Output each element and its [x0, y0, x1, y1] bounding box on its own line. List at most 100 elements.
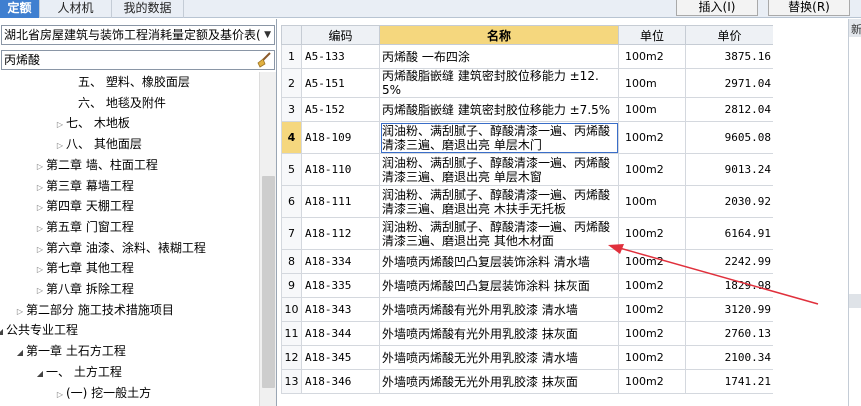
code-cell[interactable]: A18-112 — [301, 217, 380, 250]
table-row[interactable]: 2 A5-151 丙烯酸脂嵌缝 建筑密封胶位移能力 ±12.5% 100m 2971.0… — [281, 68, 773, 98]
price-cell[interactable]: 3875.16 — [685, 44, 773, 69]
table-row[interactable]: 8 A18-334 外墙喷丙烯酸凹凸复层装饰涂料 清水墙 100m2 2242.99 — [281, 249, 773, 274]
price-cell[interactable]: 2760.13 — [685, 321, 773, 346]
search-input[interactable]: 丙烯酸 — [1, 50, 275, 70]
name-cell[interactable]: 外墙喷丙烯酸无光外用乳胶漆 清水墙 — [379, 345, 619, 370]
expand-triangle-icon[interactable]: ▷ — [34, 157, 46, 177]
expand-triangle-icon[interactable]: ▷ — [34, 240, 46, 260]
price-cell[interactable]: 2030.92 — [685, 185, 773, 218]
unit-cell[interactable]: 100m — [618, 97, 686, 122]
tree-scrollbar-thumb[interactable] — [262, 176, 275, 388]
tree-scrollbar[interactable] — [259, 72, 276, 406]
code-cell[interactable]: A18-344 — [301, 321, 380, 346]
name-cell[interactable]: 外墙喷丙烯酸无光外用乳胶漆 抹灰面 — [379, 369, 619, 394]
unit-cell[interactable]: 100m2 — [618, 217, 686, 250]
price-cell[interactable]: 2971.04 — [685, 68, 773, 98]
expand-triangle-icon[interactable]: ▷ — [54, 115, 66, 135]
name-cell[interactable]: 外墙喷丙烯酸凹凸复层装饰涂料 清水墙 — [379, 249, 619, 274]
name-cell[interactable]: 润油粉、满刮腻子、醇酸清漆一遍、丙烯酸清漆三遍、磨退出亮 木扶手无托板 — [379, 185, 619, 218]
expand-triangle-icon[interactable]: ▷ — [54, 385, 66, 405]
code-cell[interactable]: A18-110 — [301, 153, 380, 186]
name-cell[interactable]: 丙烯酸 一布四涂 — [379, 44, 619, 69]
unit-cell[interactable]: 100m2 — [618, 321, 686, 346]
name-cell[interactable]: 润油粉、满刮腻子、醇酸清漆一遍、丙烯酸清漆三遍、磨退出亮 单层木门 — [379, 121, 619, 154]
collapse-triangle-icon[interactable]: ◢ — [34, 364, 46, 384]
row-number-cell[interactable]: 3 — [281, 97, 302, 122]
expand-triangle-icon[interactable]: ▷ — [34, 198, 46, 218]
table-row[interactable]: 1 A5-133 丙烯酸 一布四涂 100m2 3875.16 — [281, 44, 773, 69]
price-column-header[interactable]: 单价 — [685, 25, 773, 45]
table-row[interactable]: 10 A18-343 外墙喷丙烯酸有光外用乳胶漆 清水墙 100m2 3120.99 — [281, 297, 773, 322]
unit-cell[interactable]: 100m2 — [618, 369, 686, 394]
name-cell[interactable]: 丙烯酸脂嵌缝 建筑密封胶位移能力 ±7.5% — [379, 97, 619, 122]
row-number-cell[interactable]: 2 — [281, 68, 302, 98]
tree-node[interactable]: 六、 地毯及附件 — [66, 93, 166, 113]
row-number-cell[interactable]: 12 — [281, 345, 302, 370]
row-number-cell[interactable]: 11 — [281, 321, 302, 346]
tree-node[interactable]: ▷ 第七章 其他工程 — [34, 258, 134, 278]
tree-node[interactable]: ▷ 第二部分 施工技术措施项目 — [14, 300, 174, 320]
tree-node[interactable]: ◢ 第一章 土石方工程 — [14, 341, 126, 361]
code-cell[interactable]: A18-111 — [301, 185, 380, 218]
expand-triangle-icon[interactable]: ▷ — [34, 178, 46, 198]
chevron-down-icon[interactable]: ▼ — [264, 26, 271, 44]
table-row[interactable]: 4 A18-109 润油粉、满刮腻子、醇酸清漆一遍、丙烯酸清漆三遍、磨退出亮 单层木… — [281, 121, 773, 154]
side-panel-scroll-stub[interactable] — [849, 294, 861, 308]
code-cell[interactable]: A18-345 — [301, 345, 380, 370]
name-cell[interactable]: 外墙喷丙烯酸有光外用乳胶漆 抹灰面 — [379, 321, 619, 346]
tree-node[interactable]: ◢公共专业工程 — [0, 320, 78, 340]
tree-node[interactable]: ▷ 第二章 墙、柱面工程 — [34, 155, 158, 175]
code-cell[interactable]: A5-152 — [301, 97, 380, 122]
name-column-header[interactable]: 名称 — [379, 25, 619, 45]
expand-triangle-icon[interactable]: ▷ — [34, 260, 46, 280]
unit-cell[interactable]: 100m2 — [618, 44, 686, 69]
row-number-cell[interactable]: 13 — [281, 369, 302, 394]
price-cell[interactable]: 1741.21 — [685, 369, 773, 394]
tree-node[interactable]: ▷ 八、 其他面层 — [54, 134, 142, 154]
tab-quota[interactable]: 定额 — [0, 0, 40, 18]
row-number-cell[interactable]: 10 — [281, 297, 302, 322]
expand-triangle-icon[interactable]: ▷ — [34, 281, 46, 301]
tree-node[interactable]: ◢ 一、 土方工程 — [34, 362, 122, 382]
unit-cell[interactable]: 100m2 — [618, 297, 686, 322]
name-cell[interactable]: 外墙喷丙烯酸有光外用乳胶漆 清水墙 — [379, 297, 619, 322]
row-number-cell[interactable]: 6 — [281, 185, 302, 218]
tree-node[interactable]: ▷ 第四章 天棚工程 — [34, 196, 134, 216]
unit-cell[interactable]: 100m — [618, 68, 686, 98]
table-row[interactable]: 9 A18-335 外墙喷丙烯酸凹凸复层装饰涂料 抹灰面 100m2 1829.98 — [281, 273, 773, 298]
insert-button[interactable]: 插入(I) — [676, 0, 758, 16]
quota-library-select[interactable]: 湖北省房屋建筑与装饰工程消耗量定额及基价表( ▼ — [1, 25, 275, 45]
unit-cell[interactable]: 100m2 — [618, 345, 686, 370]
table-row[interactable]: 7 A18-112 润油粉、满刮腻子、醇酸清漆一遍、丙烯酸清漆三遍、磨退出亮 其他木… — [281, 217, 773, 250]
expand-triangle-icon[interactable]: ▷ — [14, 302, 26, 322]
code-cell[interactable]: A18-334 — [301, 249, 380, 274]
row-number-cell[interactable]: 7 — [281, 217, 302, 250]
row-number-cell[interactable]: 1 — [281, 44, 302, 69]
price-cell[interactable]: 9605.08 — [685, 121, 773, 154]
table-row[interactable]: 12 A18-345 外墙喷丙烯酸无光外用乳胶漆 清水墙 100m2 2100.34 — [281, 345, 773, 370]
code-cell[interactable]: A5-133 — [301, 44, 380, 69]
unit-column-header[interactable]: 单位 — [618, 25, 686, 45]
price-cell[interactable]: 2100.34 — [685, 345, 773, 370]
tree-node[interactable]: ▷ (一) 挖一般土方 — [54, 383, 151, 403]
tree-node[interactable]: ▷ 第三章 幕墙工程 — [34, 176, 134, 196]
table-row[interactable]: 6 A18-111 润油粉、满刮腻子、醇酸清漆一遍、丙烯酸清漆三遍、磨退出亮 木扶手… — [281, 185, 773, 218]
price-cell[interactable]: 9013.24 — [685, 153, 773, 186]
table-row[interactable]: 11 A18-344 外墙喷丙烯酸有光外用乳胶漆 抹灰面 100m2 2760.13 — [281, 321, 773, 346]
code-cell[interactable]: A5-151 — [301, 68, 380, 98]
code-cell[interactable]: A18-335 — [301, 273, 380, 298]
code-column-header[interactable]: 编码 — [301, 25, 380, 45]
row-number-cell[interactable]: 8 — [281, 249, 302, 274]
row-number-cell[interactable]: 9 — [281, 273, 302, 298]
tab-my-data[interactable]: 我的数据 — [112, 0, 184, 18]
tree-node[interactable]: ▷ 第八章 拆除工程 — [34, 279, 134, 299]
unit-cell[interactable]: 100m — [618, 185, 686, 218]
unit-cell[interactable]: 100m2 — [618, 121, 686, 154]
code-cell[interactable]: A18-346 — [301, 369, 380, 394]
price-cell[interactable]: 2242.99 — [685, 249, 773, 274]
name-cell[interactable]: 润油粉、满刮腻子、醇酸清漆一遍、丙烯酸清漆三遍、磨退出亮 单层木窗 — [379, 153, 619, 186]
unit-cell[interactable]: 100m2 — [618, 249, 686, 274]
tree-node[interactable]: ▷ 七、 木地板 — [54, 113, 130, 133]
tab-labor-material-machine[interactable]: 人材机 — [40, 0, 112, 18]
clear-broom-icon[interactable] — [256, 52, 272, 68]
